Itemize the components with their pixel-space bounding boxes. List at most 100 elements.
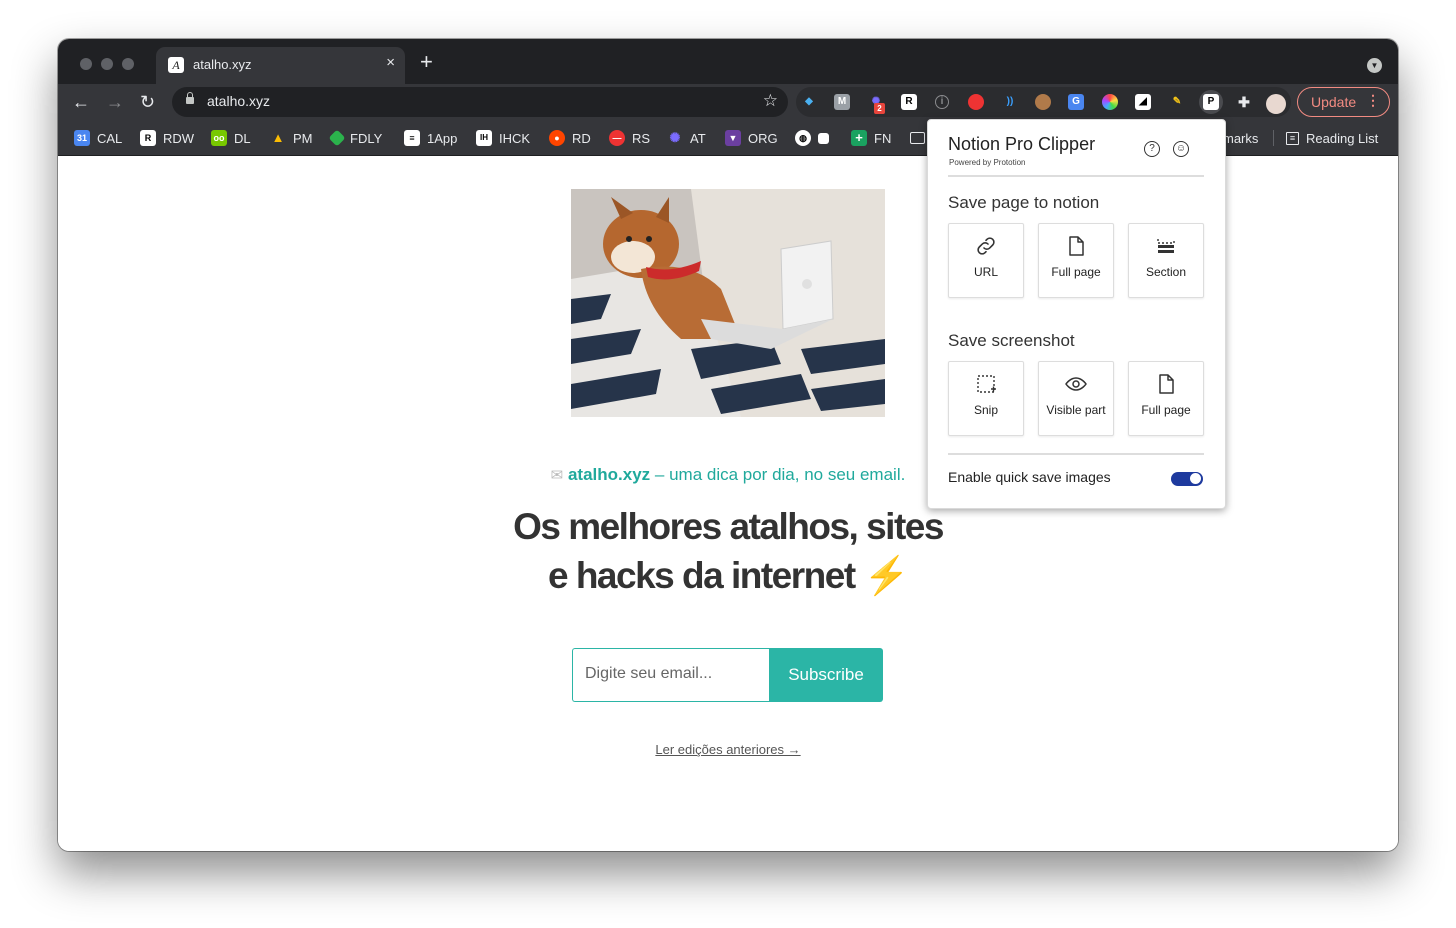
page-headline: Os melhores atalhos, sites e hacks da in…	[58, 502, 1398, 600]
info-extension-icon[interactable]: i	[935, 95, 949, 109]
bookmark-globe[interactable]: ◍	[795, 128, 818, 148]
divider	[948, 453, 1204, 455]
new-tab-button[interactable]: +	[420, 51, 433, 73]
divider	[948, 175, 1204, 177]
extensions-bar: ◆ M ✺ 2 R i )) G ◢ ✎ P ✚	[796, 87, 1291, 117]
help-icon[interactable]: ?	[1144, 141, 1160, 157]
bookmark-fdly[interactable]: FDLY	[328, 128, 382, 148]
bookmark-pm[interactable]: ▲ PM	[270, 128, 313, 148]
headline-line-1: Os melhores atalhos, sites	[513, 506, 944, 547]
sheets-icon: +	[851, 130, 867, 146]
bookmark-1app[interactable]: ≡ 1App	[404, 128, 457, 148]
reading-list-icon: ≡	[1286, 131, 1299, 145]
title-bar: A atalho.xyz × + ▼	[58, 39, 1398, 84]
bookmark-rdw[interactable]: R RDW	[140, 128, 194, 148]
wolf-icon: ▼	[725, 130, 741, 146]
screenshot-full-page-label: Full page	[1141, 403, 1191, 417]
browser-tab[interactable]: A atalho.xyz ×	[156, 47, 405, 84]
minimize-window-button[interactable]	[101, 58, 113, 70]
notion-clipper-popup: Notion Pro Clipper Powered by Prototion …	[927, 119, 1226, 509]
site-favicon-icon: A	[168, 57, 184, 73]
bookmark-cal[interactable]: 31 CAL	[74, 128, 122, 148]
tab-title: atalho.xyz	[193, 57, 252, 72]
pokeball-extension-icon[interactable]	[968, 94, 984, 110]
extension-badge: 2	[874, 103, 885, 114]
snip-icon	[977, 375, 996, 393]
lock-icon	[186, 92, 194, 104]
forward-icon[interactable]: →	[106, 92, 124, 112]
send-extension-icon[interactable]: ◢	[1135, 94, 1151, 110]
section-label: Section	[1145, 265, 1187, 279]
popup-subtitle: Powered by Prototion	[949, 158, 1026, 167]
monkey-extension-icon[interactable]	[1035, 94, 1051, 110]
lightning-icon: ⚡	[863, 555, 909, 596]
m-extension-icon[interactable]: M	[834, 94, 850, 110]
other-bookmarks[interactable]: marks	[1223, 128, 1258, 148]
subscribe-button[interactable]: Subscribe	[769, 648, 883, 702]
headline-line-2: e hacks da internet ⚡	[547, 555, 910, 596]
account-icon[interactable]: ☺	[1173, 141, 1189, 157]
bookmark-fn[interactable]: + FN	[851, 128, 891, 148]
tagline-site[interactable]: atalho.xyz	[568, 465, 650, 484]
extensions-puzzle-icon[interactable]: ✚	[1236, 94, 1252, 110]
reload-icon[interactable]: ↻	[140, 92, 155, 112]
r-extension-icon[interactable]: R	[901, 94, 917, 110]
profile-avatar[interactable]	[1266, 94, 1286, 114]
globe-icon: ◍	[795, 130, 811, 146]
eye-icon	[1065, 377, 1087, 391]
reddit-icon: ●	[549, 130, 565, 146]
update-button[interactable]: Update ⋮	[1297, 87, 1390, 117]
email-field[interactable]	[583, 664, 767, 684]
close-window-button[interactable]	[80, 58, 92, 70]
full-page-label: Full page	[1051, 265, 1101, 279]
save-full-page-button[interactable]: Full page	[1038, 223, 1114, 298]
bookmark-rd[interactable]: ● RD	[549, 128, 591, 148]
document-icon	[818, 132, 829, 144]
atom-icon: ✺	[669, 130, 681, 145]
back-icon[interactable]: ←	[72, 92, 90, 112]
snip-label: Snip	[973, 403, 999, 417]
page-icon	[1069, 236, 1084, 256]
dog-laptop-illustration	[571, 189, 885, 417]
tagline-text: – uma dica por dia, no seu email.	[650, 465, 906, 484]
previous-editions-link[interactable]: Ler edições anteriores →	[58, 742, 1398, 757]
highlighter-extension-icon[interactable]: ✎	[1169, 94, 1185, 110]
section-icon	[1157, 239, 1175, 253]
reading-list[interactable]: ≡ Reading List	[1273, 130, 1378, 146]
bookmark-org[interactable]: ▼ ORG	[725, 128, 778, 148]
tab-search-icon[interactable]: ▼	[1367, 58, 1382, 73]
drive-icon: ▲	[271, 130, 285, 145]
diamond-extension-icon[interactable]: ◆	[801, 94, 817, 110]
wifi-extension-icon[interactable]: ))	[1002, 94, 1018, 110]
save-section-button[interactable]: Section	[1128, 223, 1204, 298]
quick-save-label: Enable quick save images	[948, 469, 1111, 485]
tab-close-icon[interactable]: ×	[386, 54, 395, 71]
bookmark-dl[interactable]: oo DL	[211, 128, 251, 148]
visible-part-button[interactable]: Visible part	[1038, 361, 1114, 436]
screenshot-full-page-button[interactable]: Full page	[1128, 361, 1204, 436]
save-url-button[interactable]: URL	[948, 223, 1024, 298]
more-menu-icon[interactable]: ⋮	[1366, 92, 1380, 109]
folder-icon	[910, 132, 925, 144]
browser-toolbar: ← → ↻ atalho.xyz ☆ ◆ M ✺ 2 R i )) G ◢ ✎ …	[58, 84, 1398, 122]
hero-image	[571, 189, 885, 417]
bookmark-rs[interactable]: — RS	[609, 128, 650, 148]
popup-title: Notion Pro Clipper	[948, 134, 1096, 154]
rs-icon: —	[609, 130, 625, 146]
address-bar[interactable]: atalho.xyz ☆	[172, 87, 788, 117]
email-field-wrapper	[572, 648, 770, 702]
notion-clipper-extension-icon[interactable]: P	[1203, 94, 1219, 110]
browser-window: A atalho.xyz × + ▼ ← → ↻ atalho.xyz ☆ ◆ …	[58, 39, 1398, 851]
translate-extension-icon[interactable]: G	[1068, 94, 1084, 110]
color-extension-icon[interactable]	[1102, 94, 1118, 110]
bookmark-star-icon[interactable]: ☆	[763, 91, 778, 111]
envelope-icon: ✉	[550, 467, 564, 484]
url-label: URL	[973, 265, 998, 279]
snip-button[interactable]: Snip	[948, 361, 1024, 436]
r-icon: R	[140, 130, 156, 146]
quick-save-toggle[interactable]	[1171, 472, 1203, 486]
bookmark-doc[interactable]	[818, 128, 836, 148]
zoom-window-button[interactable]	[122, 58, 134, 70]
bookmark-ihck[interactable]: IH IHCK	[476, 128, 530, 148]
bookmark-at[interactable]: ✺ AT	[667, 128, 706, 148]
